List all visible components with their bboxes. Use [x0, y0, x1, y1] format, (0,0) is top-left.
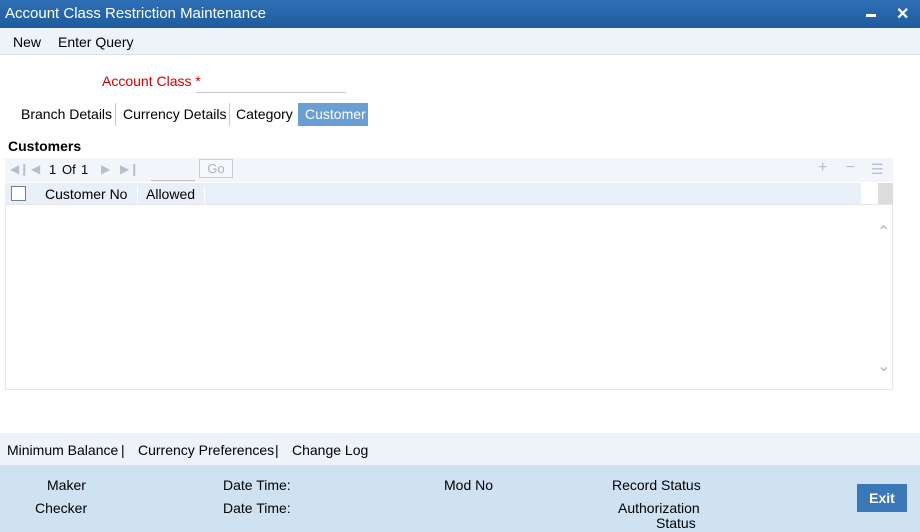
select-all-checkbox[interactable]: [11, 186, 26, 201]
first-page-icon[interactable]: ◀❙: [10, 162, 29, 176]
page-number-input[interactable]: [151, 160, 195, 181]
delete-row-icon[interactable]: −: [846, 159, 855, 177]
previous-page-icon[interactable]: ◀: [31, 162, 40, 176]
change-log-link[interactable]: Change Log: [292, 442, 368, 458]
next-page-icon[interactable]: ▶: [101, 162, 110, 176]
customers-grid-body: [5, 204, 893, 390]
bottom-links-bar: Minimum Balance | Currency Preferences |…: [0, 433, 920, 465]
authorization-status-label: Status: [656, 515, 696, 531]
customers-grid-header: Customer No Allowed: [5, 183, 861, 204]
mod-no-label: Mod No: [444, 477, 494, 493]
account-class-label: Account Class *: [102, 73, 201, 89]
column-allowed: Allowed: [146, 186, 205, 204]
checker-label: Checker: [35, 500, 88, 516]
link-separator: |: [275, 442, 279, 458]
add-row-icon[interactable]: +: [818, 159, 827, 177]
authorization-label: Authorization: [618, 500, 700, 516]
scroll-down-icon[interactable]: ⌄: [877, 356, 890, 376]
link-separator: |: [121, 442, 125, 458]
tab-branch-details[interactable]: Branch Details: [14, 103, 116, 126]
tab-customer[interactable]: Customer: [298, 103, 368, 126]
checker-date-time-label: Date Time:: [223, 500, 291, 516]
column-customer-no: Customer No: [45, 186, 139, 204]
close-icon[interactable]: ✕: [896, 4, 909, 24]
go-button[interactable]: Go: [199, 159, 233, 178]
new-menu-item[interactable]: New: [13, 34, 41, 50]
window-title: Account Class Restriction Maintenance: [5, 5, 266, 22]
customers-section-title: Customers: [8, 138, 82, 154]
maker-date-time-label: Date Time:: [223, 477, 291, 493]
tab-category[interactable]: Category: [229, 103, 299, 126]
exit-button[interactable]: Exit: [857, 484, 907, 512]
grid-pager: ◀❙ ◀ 1 Of 1 ▶ ▶❙ Go + − ☰: [5, 158, 893, 182]
current-page: 1: [49, 162, 57, 177]
single-view-icon[interactable]: ☰: [871, 161, 884, 178]
tab-currency-details[interactable]: Currency Details: [116, 103, 230, 126]
page-of-label: Of: [62, 162, 76, 177]
title-bar: Account Class Restriction Maintenance ▬ …: [0, 0, 920, 28]
last-page-icon[interactable]: ▶❙: [120, 162, 139, 176]
minimize-icon[interactable]: ▬: [866, 9, 876, 20]
enter-query-menu-item[interactable]: Enter Query: [58, 34, 133, 50]
total-pages: 1: [81, 162, 89, 177]
menu-bar: New Enter Query: [0, 28, 920, 55]
maker-label: Maker: [47, 477, 86, 493]
scroll-up-icon[interactable]: ⌃: [877, 222, 890, 242]
record-status-label: Record Status: [612, 477, 701, 493]
minimum-balance-link[interactable]: Minimum Balance: [7, 442, 118, 458]
scrollbar-thumb[interactable]: [878, 183, 893, 204]
currency-preferences-link[interactable]: Currency Preferences: [138, 442, 274, 458]
audit-footer: Maker Checker Date Time: Date Time: Mod …: [0, 465, 920, 532]
account-class-input[interactable]: [196, 70, 346, 93]
